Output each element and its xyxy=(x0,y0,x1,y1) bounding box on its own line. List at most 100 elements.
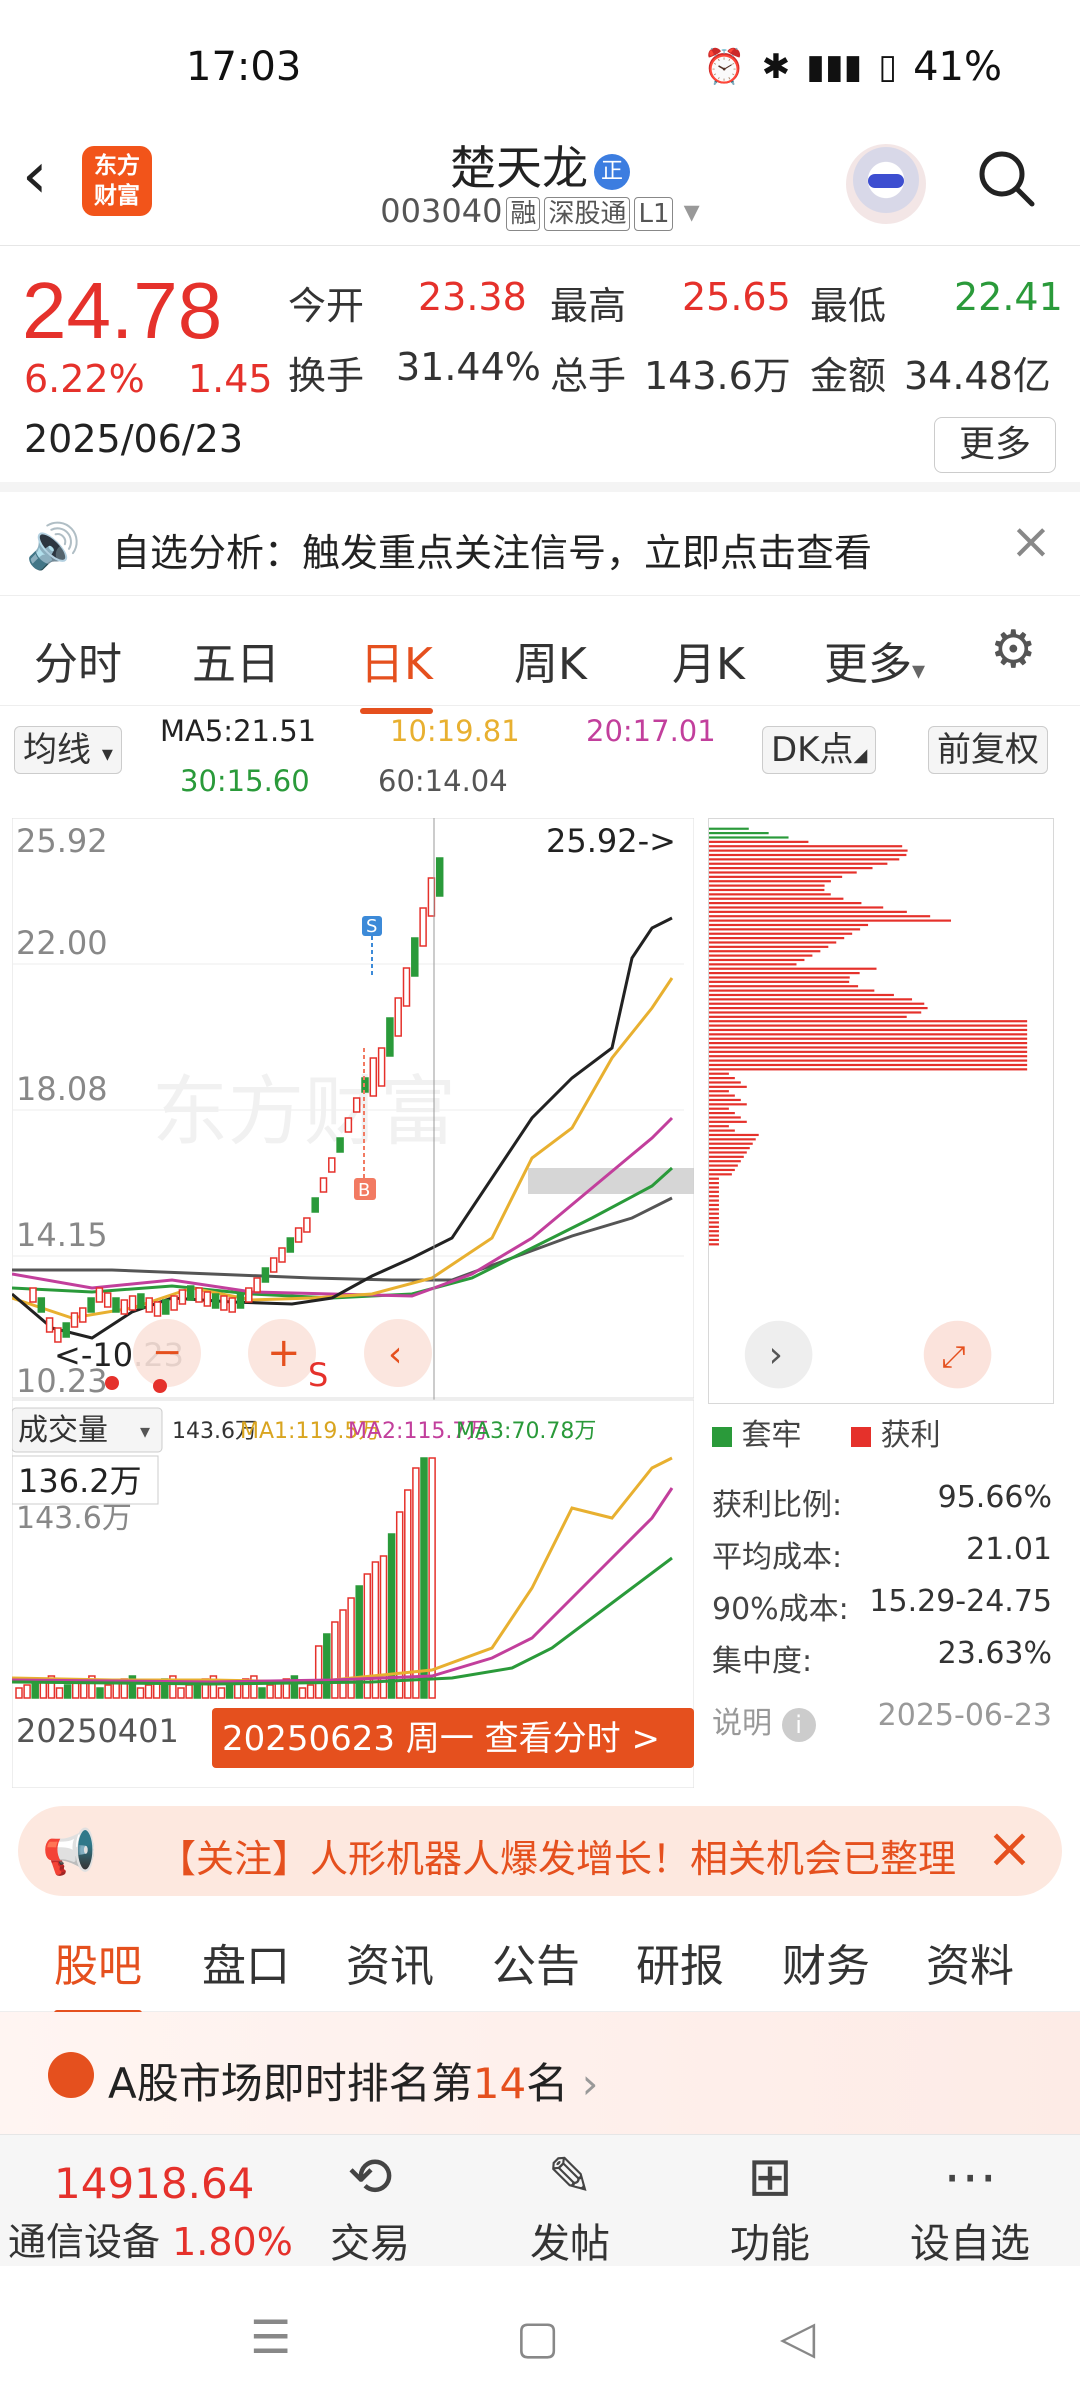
tab-five-day[interactable]: 五日 xyxy=(192,628,280,692)
volume-bar xyxy=(412,1467,420,1699)
candle xyxy=(203,1291,212,1307)
tab-orderbook[interactable]: 盘口 xyxy=(202,1930,290,1994)
chip-bar xyxy=(709,1133,759,1137)
candle xyxy=(195,1287,203,1303)
chip-bar xyxy=(709,1230,719,1233)
tab-monthly-k[interactable]: 月K xyxy=(672,628,745,692)
chip-bar xyxy=(709,1212,719,1215)
chip-bar xyxy=(709,1042,1028,1045)
volume-bar xyxy=(144,1684,153,1699)
chip-bar xyxy=(709,1142,753,1145)
chip-bar xyxy=(709,884,825,887)
chip-bar xyxy=(709,1177,719,1180)
chip-bar xyxy=(709,888,825,892)
chip-distribution[interactable]: › ⤢ xyxy=(708,818,1054,1404)
volume-bar xyxy=(428,1457,436,1699)
chevron-right-icon: › xyxy=(581,2059,599,2108)
chip-bar xyxy=(709,832,769,835)
tab-weekly-k[interactable]: 周K xyxy=(514,628,587,692)
post-button[interactable]: ✎ 发帖 xyxy=(500,2145,640,2269)
candle xyxy=(79,1307,87,1323)
chip-bar xyxy=(709,845,903,848)
add-watchlist-button[interactable]: ⋯ 设自选 xyxy=(900,2145,1040,2269)
dk-point-button[interactable]: DK点◢ xyxy=(762,726,877,774)
candle xyxy=(137,1293,145,1309)
chip-bar xyxy=(709,1129,735,1132)
volume-bar xyxy=(258,1687,266,1699)
chip-bar xyxy=(709,1146,750,1150)
candle xyxy=(112,1297,120,1313)
close-icon[interactable]: × xyxy=(986,1816,1033,1881)
candle xyxy=(153,1301,162,1317)
gear-icon[interactable]: ⚙ xyxy=(990,620,1037,680)
view-intraday-label: 20250623 周一 查看分时 > xyxy=(222,1719,660,1759)
alert-text[interactable]: 自选分析：触发重点关注信号，立即点击查看 xyxy=(112,522,872,577)
chip-bar xyxy=(709,1072,729,1075)
volume-bar xyxy=(136,1687,145,1699)
chip-bar xyxy=(709,910,907,913)
change-amount: 1.45 xyxy=(188,357,273,401)
stat-value: 23.63% xyxy=(937,1636,1052,1671)
assistant-avatar[interactable] xyxy=(846,144,926,224)
tab-profile[interactable]: 资料 xyxy=(926,1930,1014,1994)
ma30-value: 30:15.60 xyxy=(180,764,310,798)
volume-selector[interactable]: 成交量 ▾ xyxy=(12,1407,163,1453)
back-nav-icon[interactable]: ◁ xyxy=(780,2310,815,2364)
chip-bar xyxy=(709,1238,719,1242)
tab-intraday[interactable]: 分时 xyxy=(34,628,122,692)
functions-button[interactable]: ⊞ 功能 xyxy=(700,2145,840,2269)
kline-chart[interactable]: 东方财富 25.92 22.00 18.08 14.15 10.23 25.92… xyxy=(12,818,694,1788)
edit-icon: ✎ xyxy=(547,2145,593,2208)
volume-value: 143.6万 xyxy=(644,354,791,398)
chip-bar xyxy=(709,963,797,966)
chip-bar xyxy=(709,827,749,830)
chip-bar xyxy=(709,897,844,900)
volume-bar xyxy=(31,1681,39,1699)
close-icon[interactable]: × xyxy=(1010,512,1052,570)
tab-news[interactable]: 资讯 xyxy=(346,1930,434,1994)
banner-text[interactable]: 【关注】人形机器人爆发增长！相关机会已整理 xyxy=(158,1828,978,1883)
search-icon[interactable] xyxy=(976,148,1036,208)
adjust-button[interactable]: 前复权 xyxy=(928,726,1048,774)
chip-bar xyxy=(709,976,850,979)
tab-announcements[interactable]: 公告 xyxy=(492,1930,580,1994)
more-quote-button[interactable]: 更多 xyxy=(934,417,1056,473)
candle xyxy=(128,1295,137,1311)
candle xyxy=(178,1289,187,1305)
chip-note[interactable]: 说明 i 2025-06-23 xyxy=(712,1698,1052,1742)
menu-icon[interactable]: ☰ xyxy=(250,2310,291,2364)
chip-bar xyxy=(709,1050,1028,1053)
market-rank[interactable]: A股市场即时排名第14名 › xyxy=(0,2012,1080,2134)
chip-bar xyxy=(709,950,821,953)
tab-finance[interactable]: 财务 xyxy=(782,1930,870,1994)
volume-bar xyxy=(323,1633,331,1699)
chip-bar xyxy=(709,1173,732,1176)
tab-research[interactable]: 研报 xyxy=(636,1930,724,1994)
tab-forum[interactable]: 股吧 xyxy=(54,1930,142,2016)
candle xyxy=(411,937,419,977)
tab-daily-k[interactable]: 日K xyxy=(360,628,433,714)
info-tabs: 股吧 盘口 资讯 公告 研报 财务 资料 xyxy=(0,1906,1080,2016)
candle xyxy=(103,1292,112,1308)
volume-bar xyxy=(306,1684,315,1699)
promo-banner[interactable]: 📢 【关注】人形机器人爆发增长！相关机会已整理 × xyxy=(18,1806,1062,1896)
chip-bar xyxy=(709,1216,719,1220)
candle xyxy=(253,1277,261,1293)
caret-down-icon: ▾ xyxy=(140,1419,150,1443)
plus-icon: + xyxy=(267,1330,301,1376)
candle xyxy=(294,1227,303,1243)
chip-bar xyxy=(709,1125,729,1128)
last-price: 24.78 xyxy=(22,266,223,355)
info-icon: i xyxy=(781,1708,816,1742)
chip-bar xyxy=(709,1076,735,1080)
chip-bar xyxy=(709,993,894,997)
chip-bar xyxy=(709,915,931,918)
sector-change: 1.80% xyxy=(172,2220,293,2264)
ma-selector[interactable]: 均线 ▾ xyxy=(14,726,122,774)
home-icon[interactable]: ▢ xyxy=(516,2310,559,2364)
trade-button[interactable]: ⟲ 交易 xyxy=(300,2145,440,2269)
chip-bars xyxy=(709,827,1028,1246)
analysis-alert[interactable]: 🔊 自选分析：触发重点关注信号，立即点击查看 × xyxy=(0,492,1080,596)
candle xyxy=(303,1217,311,1233)
tab-more[interactable]: 更多▾ xyxy=(824,628,925,692)
